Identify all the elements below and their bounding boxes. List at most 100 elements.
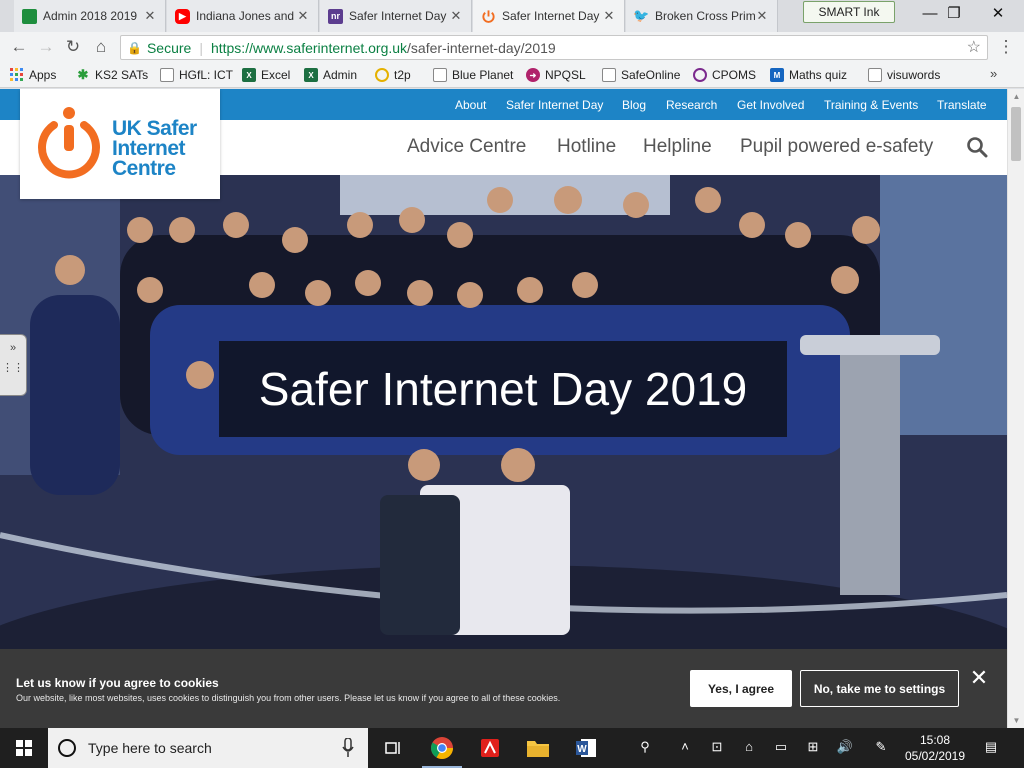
excel-icon: X: [242, 68, 256, 82]
chevron-up-icon[interactable]: ˄: [674, 739, 696, 754]
nav-helpline[interactable]: Helpline: [643, 136, 712, 158]
close-icon[interactable]: ✕: [296, 8, 310, 24]
bookmark-label: NPQSL: [545, 68, 586, 82]
top-link-blog[interactable]: Blog: [622, 98, 646, 112]
page-icon: [433, 68, 447, 82]
nav-hotline[interactable]: Hotline: [557, 136, 616, 158]
windows-start-icon[interactable]: [0, 728, 48, 768]
task-view-icon[interactable]: [370, 728, 418, 768]
bookmark-label: Apps: [29, 68, 57, 82]
bookmark-label: visuwords: [887, 68, 941, 82]
bookmark-excel[interactable]: X Excel: [242, 67, 290, 83]
page-icon: [868, 68, 882, 82]
back-button[interactable]: ←: [8, 36, 30, 58]
search-icon[interactable]: [966, 136, 988, 158]
smart-ink-badge[interactable]: SMART Ink: [803, 1, 895, 23]
scroll-down-icon[interactable]: ▼: [1008, 713, 1024, 728]
bookmark-blue-planet[interactable]: Blue Planet: [433, 67, 513, 83]
home-button[interactable]: ⌂: [90, 36, 112, 58]
bookmark-star-icon[interactable]: ☆: [967, 37, 981, 57]
bookmark-t2p[interactable]: t2p: [375, 67, 411, 83]
search-placeholder: Type here to search: [88, 740, 212, 756]
page-icon: [602, 68, 616, 82]
people-icon[interactable]: ⚲: [634, 739, 656, 755]
top-link-research[interactable]: Research: [666, 98, 717, 112]
bookmark-label: HGfL: ICT: [179, 68, 234, 82]
word-icon[interactable]: W: [562, 728, 610, 768]
close-icon[interactable]: ✕: [449, 8, 463, 24]
reload-button[interactable]: ↻: [62, 36, 84, 58]
cookie-settings-button[interactable]: No, take me to settings: [800, 670, 959, 707]
tray-network-drive-icon[interactable]: ⌂: [738, 739, 760, 754]
close-icon[interactable]: ✕: [968, 667, 990, 689]
bookmark-maths-quiz[interactable]: M Maths quiz: [770, 67, 847, 83]
bookmark-label: Blue Planet: [452, 68, 514, 82]
tray-app-icon[interactable]: ⊡: [706, 739, 728, 755]
bookmark-label: Admin: [323, 68, 358, 82]
bookmark-visuwords[interactable]: visuwords: [868, 67, 940, 83]
scroll-up-icon[interactable]: ▲: [1008, 89, 1024, 104]
bookmark-ks2-sats[interactable]: ✱ KS2 SATs: [76, 67, 149, 83]
top-link-translate[interactable]: Translate: [937, 98, 987, 112]
site-logo[interactable]: UK Safer Internet Centre: [20, 89, 220, 199]
bookmark-npqsl[interactable]: ➜ NPQSL: [526, 67, 586, 83]
taskbar-search-input[interactable]: Type here to search: [48, 728, 368, 768]
side-panel-tab[interactable]: » ⋮⋮: [0, 334, 27, 396]
youtube-icon: ▶: [175, 8, 190, 24]
page-scrollbar[interactable]: ▲ ▼: [1007, 89, 1024, 728]
bookmark-hgfl-ict[interactable]: HGfL: ICT: [160, 67, 233, 83]
bookmark-cpoms[interactable]: CPOMS: [693, 67, 756, 83]
bookmark-safeonline[interactable]: SafeOnline: [602, 67, 680, 83]
close-icon[interactable]: ✕: [602, 8, 616, 24]
volume-icon[interactable]: 🔊: [834, 739, 856, 755]
close-icon[interactable]: ✕: [143, 8, 157, 24]
tab-safer-internet-day-nr[interactable]: nr Safer Internet Day ✕: [320, 0, 472, 32]
cookie-banner: Let us know if you agree to cookies Our …: [0, 649, 1007, 728]
svg-text:W: W: [577, 744, 587, 755]
tab-title: Broken Cross Prim: [655, 9, 755, 23]
cookie-accept-button[interactable]: Yes, I agree: [690, 670, 792, 707]
page-icon: [160, 68, 174, 82]
cookie-text: Our website, like most websites, uses co…: [16, 693, 561, 703]
tab-safer-internet-day-active[interactable]: Safer Internet Day ✕: [473, 0, 625, 32]
top-link-training-events[interactable]: Training & Events: [824, 98, 918, 112]
tab-broken-cross[interactable]: 🐦 Broken Cross Prim ✕: [626, 0, 778, 32]
window-close-button[interactable]: ✕: [976, 0, 1020, 28]
google-sheets-icon: [22, 8, 37, 24]
tab-admin[interactable]: Admin 2018 2019 ✕: [14, 0, 166, 32]
taskbar-clock[interactable]: 15:08 05/02/2019: [900, 732, 970, 764]
windows-taskbar: Type here to search W ⚲ ˄ ⊡ ⌂ ▭ ⊞ 🔊 ✎ 15…: [0, 728, 1024, 768]
tab-indiana-jones[interactable]: ▶ Indiana Jones and ✕: [167, 0, 319, 32]
bookmark-label: t2p: [394, 68, 411, 82]
bookmarks-overflow-button[interactable]: »: [990, 66, 997, 81]
chrome-icon[interactable]: [418, 728, 466, 768]
top-link-get-involved[interactable]: Get Involved: [737, 98, 804, 112]
tab-title: Safer Internet Day: [349, 9, 447, 23]
notification-icon[interactable]: ▤: [980, 739, 1002, 755]
scroll-thumb[interactable]: [1011, 107, 1021, 161]
tab-title: Safer Internet Day: [502, 9, 600, 23]
restore-button[interactable]: ❐: [932, 0, 976, 28]
top-link-about[interactable]: About: [455, 98, 486, 112]
microphone-icon[interactable]: [342, 738, 354, 758]
address-bar[interactable]: 🔒 Secure | https://www.saferinternet.org…: [120, 35, 988, 60]
bookmark-apps[interactable]: Apps: [10, 67, 56, 83]
nav-advice-centre[interactable]: Advice Centre: [407, 136, 526, 158]
nav-pupil-powered[interactable]: Pupil powered e-safety: [740, 136, 933, 158]
power-icon: [38, 107, 100, 179]
bookmark-admin[interactable]: X Admin: [304, 67, 357, 83]
ks2-icon: ✱: [77, 67, 89, 82]
cookie-title: Let us know if you agree to cookies: [16, 676, 219, 690]
network-icon[interactable]: ⊞: [802, 739, 824, 755]
pen-icon[interactable]: ✎: [870, 739, 892, 755]
close-icon[interactable]: ✕: [755, 8, 769, 24]
acrobat-icon[interactable]: [466, 728, 514, 768]
browser-menu-icon[interactable]: ⋮: [996, 36, 1016, 58]
omnibox-separator: |: [199, 39, 203, 56]
clock-date: 05/02/2019: [904, 749, 966, 763]
nr-icon: nr: [328, 8, 343, 24]
forward-button[interactable]: →: [35, 36, 57, 58]
top-link-safer-internet-day[interactable]: Safer Internet Day: [506, 98, 603, 112]
battery-icon[interactable]: ▭: [770, 739, 792, 755]
file-explorer-icon[interactable]: [514, 728, 562, 768]
